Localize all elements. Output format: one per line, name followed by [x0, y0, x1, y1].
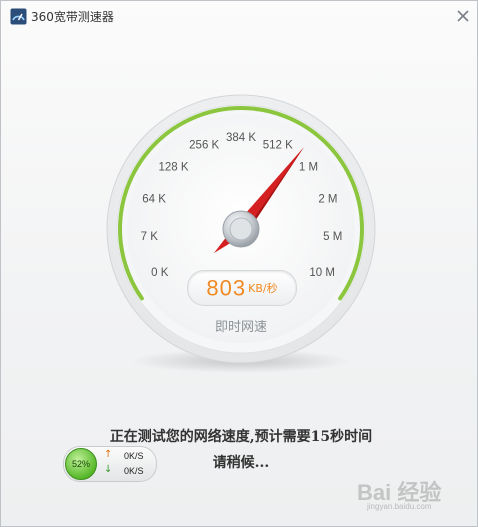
speed-value: 803 [206, 275, 247, 301]
gauge-caption: 即时网速 [214, 320, 267, 335]
status-message: 正在测试您的网络速度,预计需要15秒时间 [109, 429, 373, 445]
upload-arrow-icon: ↑ [104, 449, 113, 460]
speed-unit: KB/秒 [248, 281, 278, 295]
gauge-tick-label: 7 K [141, 231, 159, 243]
gauge-tick-label: 128 K [158, 162, 188, 174]
speed-readout: 803 KB/秒 [187, 270, 297, 306]
speed-gauge: 0 K 7 K 64 K 128 K256 K 384 K 512 K 1 M 2 M 5 M 1… [106, 94, 376, 373]
download-arrow-icon: ↓ [104, 464, 113, 475]
gauge-tick-label: 256 K [189, 140, 219, 152]
gauge-tick-label: 384 K [226, 132, 256, 144]
gauge-tick-label: 2 M [318, 194, 337, 206]
gauge-tick-label: 5 M [323, 231, 342, 243]
progress-circle: 52% [65, 448, 97, 480]
upload-speed: 0K/S [124, 451, 144, 461]
watermark-logo: Bai 经验 jingyan.baidu.com [357, 475, 473, 515]
mini-speed-widget[interactable]: 52% ↑ 0K/S ↓ 0K/S [63, 446, 157, 482]
watermark-url: jingyan.baidu.com [367, 502, 432, 511]
speedtest-window: 360宽带测速器 0 K 7 K 64 K 128 K 256 K 384 K … [0, 0, 478, 527]
gauge-tick-label: 0 K [151, 267, 169, 279]
gauge-tick-label: 1 M [299, 162, 318, 174]
gauge-tick-label: 64 K [142, 194, 166, 206]
download-speed: 0K/S [124, 466, 144, 476]
gauge-hub-cap [229, 217, 253, 241]
gauge-tick-label: 10 M [309, 267, 335, 279]
gauge-tick-label: 512 K [263, 140, 293, 152]
